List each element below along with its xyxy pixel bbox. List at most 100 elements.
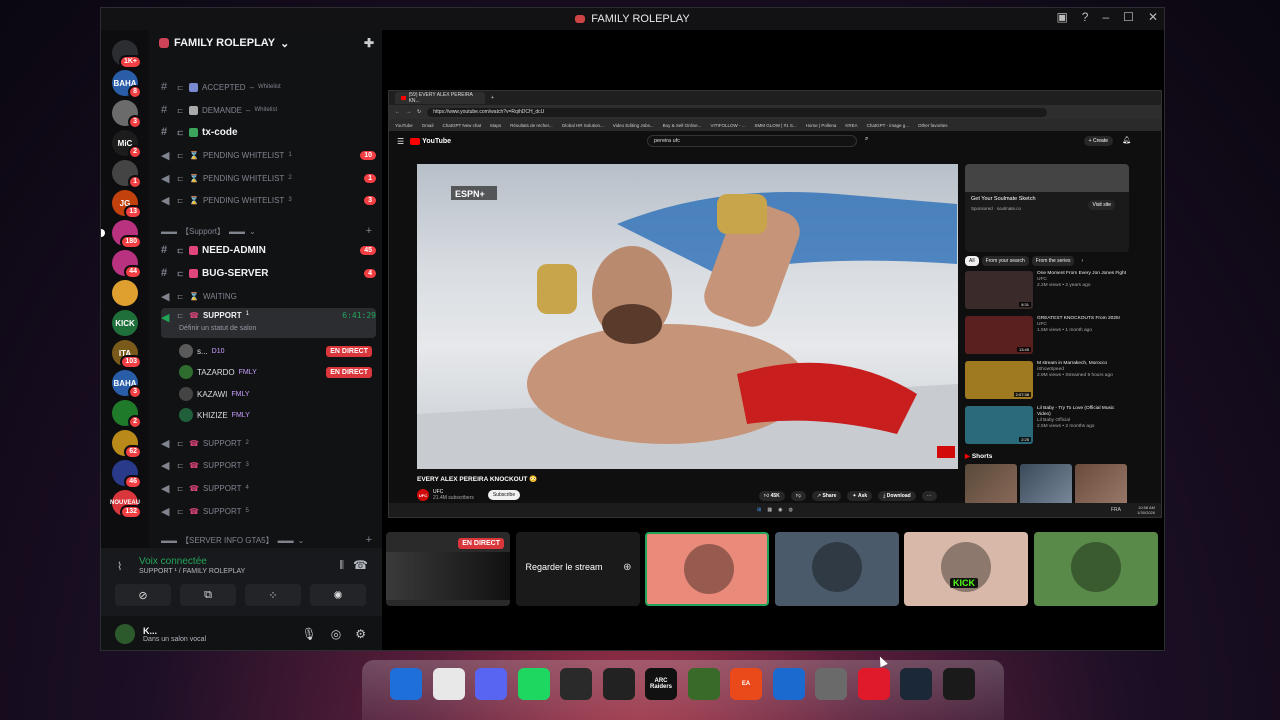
- soundboard-button[interactable]: ✺: [310, 584, 366, 606]
- youtube-logo[interactable]: YouTube: [410, 137, 451, 145]
- stream-tile[interactable]: [1033, 532, 1158, 606]
- obs-icon[interactable]: [560, 668, 592, 700]
- screen-share-button[interactable]: ⧉: [180, 584, 236, 606]
- headphones-icon[interactable]: ◎: [331, 627, 341, 641]
- search-input[interactable]: pereira ufc: [647, 135, 857, 147]
- bookmark[interactable]: ChatGPT - image g...: [867, 123, 909, 128]
- server-icon[interactable]: 62: [112, 430, 142, 459]
- gta-icon[interactable]: [815, 668, 847, 700]
- stream-tile[interactable]: [645, 532, 769, 606]
- stream-tile[interactable]: KICK: [904, 532, 1028, 606]
- activities-button[interactable]: ⁘: [245, 584, 301, 606]
- voice-member[interactable]: KAZAWI FMLY: [179, 384, 372, 404]
- channel-avatar[interactable]: UFC: [417, 489, 429, 501]
- server-icon[interactable]: JG 13: [112, 190, 142, 219]
- channel-accepted[interactable]: # ⊏ ACCEPTED – Whitelist: [161, 77, 376, 97]
- server-icon[interactable]: 46: [112, 460, 142, 489]
- server-icon[interactable]: 1K+: [112, 40, 142, 69]
- add-channel-icon[interactable]: +: [366, 225, 372, 237]
- add-channel-icon[interactable]: +: [366, 534, 372, 546]
- channel-support-1[interactable]: ◀ ⊏ ☎ SUPPORT 1 6:41:29 Définir un statut d…: [161, 308, 376, 338]
- voice-member[interactable]: KHIZIZE FMLY: [179, 405, 372, 425]
- steam-icon[interactable]: [900, 668, 932, 700]
- ask-button[interactable]: ✦ Ask: [847, 491, 873, 501]
- recommended-video[interactable]: 8:31 One Moment From Every Jon Jones Figh…: [965, 271, 1129, 311]
- stream-tile[interactable]: EN DIRECT: [386, 532, 510, 606]
- address-bar[interactable]: https://www.youtube.com/watch?v=RqihDCH_…: [427, 107, 1048, 117]
- channel-demande[interactable]: # ⊏ DEMANDE – Whitelist: [161, 100, 376, 120]
- channel-tx-code[interactable]: # ⊏ tx-code: [161, 122, 376, 142]
- bookmark[interactable]: Résultats de recher...: [510, 123, 553, 128]
- bookmark[interactable]: Buy & Sell Online...: [663, 123, 702, 128]
- chevron-right-icon[interactable]: ›: [1077, 256, 1087, 266]
- stream-tile[interactable]: [774, 532, 899, 606]
- maximize-button[interactable]: ☐: [1123, 10, 1134, 24]
- minimize-button[interactable]: –: [1102, 10, 1109, 24]
- forward-icon[interactable]: →: [406, 109, 411, 115]
- server-icon[interactable]: 1: [112, 160, 142, 189]
- faceit-icon[interactable]: [857, 668, 890, 700]
- microphone-icon[interactable]: 🎙︎: [302, 627, 317, 641]
- share-button[interactable]: ↗ Share: [811, 491, 842, 501]
- channel-need-admin[interactable]: # ⊏ NEED-ADMIN 45: [161, 240, 376, 260]
- dislike-button[interactable]: 👎︎: [790, 491, 806, 501]
- ea-icon[interactable]: EA: [730, 668, 762, 700]
- server-icon[interactable]: 3: [112, 100, 142, 129]
- server-icon[interactable]: [112, 280, 138, 306]
- bookmark[interactable]: ChatGPT New chat: [442, 123, 481, 128]
- windows-start-icon[interactable]: [390, 668, 422, 700]
- invite-icon[interactable]: ✚: [364, 36, 374, 50]
- channel-support-5[interactable]: ◀ ⊏ ☎ SUPPORT 5: [161, 501, 376, 521]
- popout-icon[interactable]: ⊕: [623, 562, 631, 573]
- bookmark[interactable]: YouTube: [395, 123, 413, 128]
- recommended-video[interactable]: 2:25 Lil Baby - Try To Love (Official Mus…: [965, 406, 1129, 446]
- filter-chip[interactable]: All: [965, 256, 979, 266]
- bookmark[interactable]: Video Editing Jobs...: [613, 123, 654, 128]
- camera-off-button[interactable]: ⊘: [115, 584, 171, 606]
- more-icon[interactable]: ⋯: [921, 491, 937, 501]
- create-button[interactable]: + Create: [1083, 136, 1113, 146]
- short-thumbnail[interactable]: [1075, 464, 1127, 508]
- channel-support-4[interactable]: ◀ ⊏ ☎ SUPPORT 4: [161, 478, 376, 498]
- channel-waiting[interactable]: ◀ ⊏ ⌛ WAITING: [161, 286, 376, 306]
- channel-status[interactable]: Définir un statut de salon: [179, 325, 256, 332]
- spotify-icon[interactable]: [517, 668, 550, 700]
- short-thumbnail[interactable]: [1020, 464, 1072, 508]
- channel-support-3[interactable]: ◀ ⊏ ☎ SUPPORT 3: [161, 455, 376, 475]
- visit-site-button[interactable]: Visit site: [1088, 200, 1115, 210]
- guild-header[interactable]: FAMILY ROLEPLAY ⌄ ✚: [149, 30, 382, 56]
- voice-channel-path[interactable]: SUPPORT ¹ / FAMILY ROLEPLAY: [139, 568, 245, 575]
- server-icon[interactable]: 44: [112, 250, 142, 279]
- bookmark[interactable]: VITIFOLLOW - ...: [710, 123, 745, 128]
- taskbar-app-icon[interactable]: ◉: [778, 507, 782, 513]
- server-icon[interactable]: 180: [101, 220, 142, 249]
- arc-raiders-icon[interactable]: ARC Raiders: [645, 668, 677, 700]
- signal-icon[interactable]: ⌇: [117, 560, 122, 573]
- remote-icon[interactable]: [772, 668, 805, 700]
- browser-tab[interactable]: (59) EVERY ALEX PEREIRA KN...: [395, 92, 485, 104]
- server-icon[interactable]: ITA 103: [112, 340, 142, 369]
- sponsored-ad[interactable]: Get Your Soulmate Sketch Sponsored · sou…: [965, 164, 1129, 252]
- filter-chip[interactable]: From your search: [981, 256, 1029, 266]
- bookmark[interactable]: Gmail: [422, 123, 434, 128]
- close-button[interactable]: ✕: [1148, 10, 1158, 24]
- category-support[interactable]: ▬▬ 【Support】 ▬▬ ⌄ +: [161, 224, 372, 238]
- channel-bug-server[interactable]: # ⊏ BUG-SERVER 4: [161, 263, 376, 283]
- category-server-info[interactable]: ▬▬ 【SERVER INFO GTA5】 ▬▬ ⌄ +: [161, 533, 372, 547]
- watch-stream-button[interactable]: Regarder le stream: [526, 562, 603, 572]
- search-icon[interactable]: ⌕: [865, 136, 868, 143]
- video-player[interactable]: ESPN+: [417, 164, 958, 469]
- channel-pending-3[interactable]: ◀ ⊏ ⌛ PENDING WHITELIST 3 3: [161, 190, 376, 210]
- taskbar-app-icon[interactable]: ◍: [788, 507, 792, 513]
- server-icon[interactable]: NOUVEAU 132: [110, 490, 142, 519]
- noise-suppression-icon[interactable]: ⫼: [339, 560, 344, 571]
- bookmark[interactable]: Home | Pollena: [806, 123, 837, 128]
- disconnect-icon[interactable]: ☎: [353, 558, 368, 572]
- filter-chip[interactable]: From the series: [1031, 256, 1075, 266]
- notifications-icon[interactable]: 🔔︎: [1122, 136, 1131, 144]
- gear-icon[interactable]: ⚙: [355, 627, 366, 641]
- game-icon[interactable]: [942, 668, 975, 700]
- server-icon[interactable]: MiC 2: [112, 130, 142, 159]
- windows-icon[interactable]: ⊞: [757, 507, 761, 513]
- voice-member[interactable]: s... D10 EN DIRECT: [179, 341, 372, 361]
